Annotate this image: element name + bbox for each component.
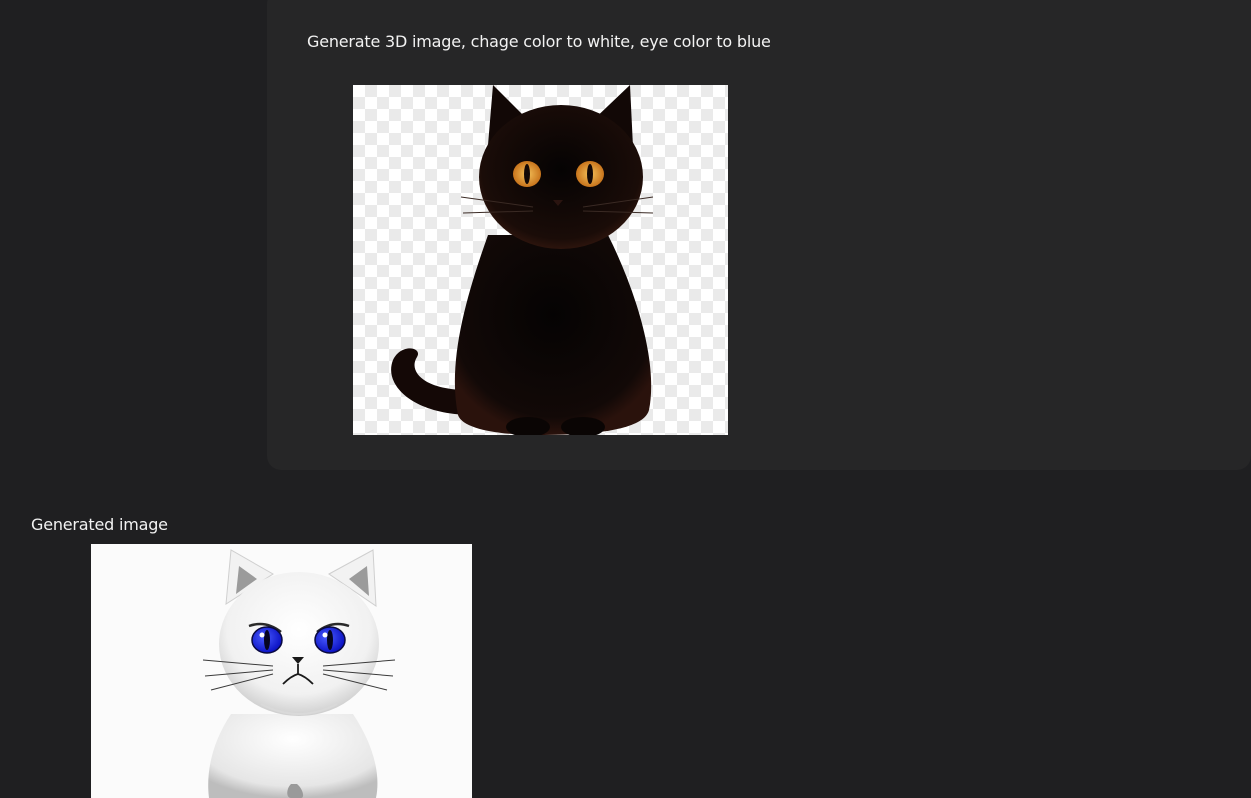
user-message-bubble: Generate 3D image, chage color to white,… xyxy=(267,0,1251,470)
black-cat-illustration xyxy=(391,85,654,435)
chat-page: Generate 3D image, chage color to white,… xyxy=(0,0,1251,798)
user-prompt-text: Generate 3D image, chage color to white,… xyxy=(307,32,771,51)
generated-image-label: Generated image xyxy=(31,515,168,534)
generated-cat-image[interactable] xyxy=(91,544,472,798)
white-cat-illustration xyxy=(202,549,396,798)
uploaded-cat-image[interactable] xyxy=(353,85,728,435)
